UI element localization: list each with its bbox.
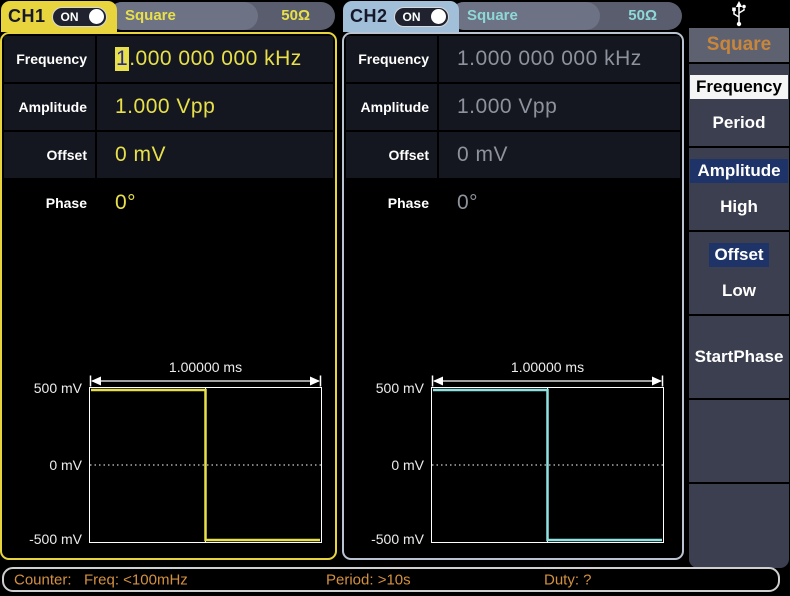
sidebar-item-high[interactable]: High — [690, 194, 788, 220]
ch1-phase-row[interactable]: Phase 0° — [4, 180, 333, 226]
ch2-ylabel-low: -500 mV — [346, 531, 424, 547]
sidebar-item-period[interactable]: Period — [690, 110, 788, 136]
menu-section-frequency-period: Frequency Period — [689, 64, 789, 146]
ch2-waveform-label: Square — [467, 2, 518, 30]
ch2-panel: Square 50Ω CH2 ON Frequency 1.000 000 00… — [342, 0, 684, 568]
menu-section-empty-1 — [689, 400, 789, 482]
ch2-header: Square 50Ω CH2 ON — [342, 0, 684, 32]
ch1-impedance-label: 50Ω — [281, 2, 310, 30]
ch2-impedance-label: 50Ω — [628, 2, 657, 30]
ch2-ylabel-zero: 0 mV — [346, 457, 424, 473]
ch2-offset-label: Offset — [346, 132, 439, 178]
ch2-frequency-label: Frequency — [346, 36, 439, 82]
menu-section-startphase: StartPhase — [689, 316, 789, 398]
ch1-frequency-value-rest: .000 000 000 kHz — [129, 47, 302, 71]
ch1-frequency-value[interactable]: 1.000 000 000 kHz — [97, 36, 333, 82]
ch2-phase-label: Phase — [346, 180, 439, 226]
ch1-period-annotation: 1.00000 ms — [89, 359, 322, 375]
ch1-phase-label: Phase — [4, 180, 97, 226]
ch2-ylabel-high: 500 mV — [346, 380, 424, 396]
ch1-amplitude-value[interactable]: 1.000 Vpp — [97, 84, 333, 130]
ch1-offset-label: Offset — [4, 132, 97, 178]
ch1-plot-box — [89, 387, 322, 543]
ch1-ylabel-low: -500 mV — [4, 531, 82, 547]
ch2-plot-box — [431, 387, 664, 543]
ch2-on-toggle[interactable]: ON — [394, 7, 449, 27]
ch1-waveform-label: Square — [125, 2, 176, 30]
ch1-body: Frequency 1.000 000 000 kHz Amplitude 1.… — [0, 32, 337, 560]
ch2-square-wave-trace — [432, 388, 663, 542]
menu-title: Square — [689, 28, 789, 62]
usb-status-area — [689, 0, 789, 28]
sidebar-item-startphase[interactable]: StartPhase — [690, 344, 788, 370]
ch2-waveform-pill: Square 50Ω — [450, 2, 682, 30]
ch2-phase-row[interactable]: Phase 0° — [346, 180, 680, 226]
menu-title-text: Square — [707, 34, 771, 56]
ch1-toggle-state: ON — [61, 10, 79, 24]
ch1-amplitude-label: Amplitude — [4, 84, 97, 130]
ch2-tab[interactable]: CH2 ON — [343, 1, 459, 32]
ch1-offset-value[interactable]: 0 mV — [97, 132, 333, 178]
counter-duty-readout: Duty: ? — [544, 571, 592, 588]
ch1-frequency-label: Frequency — [4, 36, 97, 82]
ch1-ylabel-high: 500 mV — [4, 380, 82, 396]
ch1-tab[interactable]: CH1 ON — [1, 1, 117, 32]
ch2-amplitude-value[interactable]: 1.000 Vpp — [439, 84, 680, 130]
sidebar-item-frequency[interactable]: Frequency — [690, 74, 788, 100]
ch1-panel: Square 50Ω CH1 ON Frequency 1.000 000 00… — [0, 0, 337, 568]
ch2-waveform-display: 1.00000 ms 500 mV 0 mV -500 mV — [346, 360, 680, 552]
ch1-offset-row[interactable]: Offset 0 mV — [4, 132, 333, 178]
ch1-amplitude-row[interactable]: Amplitude 1.000 Vpp — [4, 84, 333, 130]
ch1-header: Square 50Ω CH1 ON — [0, 0, 337, 32]
ch1-ylabel-zero: 0 mV — [4, 457, 82, 473]
ch1-toggle-knob — [89, 9, 104, 24]
ch1-period-dimension-arrow — [89, 375, 322, 387]
ch2-offset-row[interactable]: Offset 0 mV — [346, 132, 680, 178]
usb-icon — [730, 1, 748, 27]
counter-period-readout: Period: >10s — [326, 571, 411, 588]
ch1-on-toggle[interactable]: ON — [52, 7, 107, 27]
ch2-frequency-row[interactable]: Frequency 1.000 000 000 kHz — [346, 36, 680, 82]
ch1-waveform-pill: Square 50Ω — [108, 2, 335, 30]
counter-frequency-readout: Freq: <100mHz — [84, 571, 188, 588]
sidebar-item-offset[interactable]: Offset — [690, 242, 788, 268]
menu-section-offset-low: Offset Low — [689, 232, 789, 314]
ch2-toggle-knob — [431, 9, 446, 24]
ch2-frequency-value[interactable]: 1.000 000 000 kHz — [439, 36, 680, 82]
menu-section-empty-2 — [689, 484, 789, 568]
ch1-phase-value[interactable]: 0° — [97, 180, 333, 226]
ch2-tab-label: CH2 — [350, 6, 388, 27]
softkey-menu: Square Frequency Period Amplitude High O… — [689, 0, 789, 568]
ch1-square-wave-trace — [90, 388, 321, 542]
generator-screen: Square 50Ω CH1 ON Frequency 1.000 000 00… — [0, 0, 789, 568]
ch2-body: Frequency 1.000 000 000 kHz Amplitude 1.… — [342, 32, 684, 560]
ch2-amplitude-label: Amplitude — [346, 84, 439, 130]
ch1-waveform-display: 1.00000 ms 500 mV 0 mV -500 mV — [4, 360, 333, 552]
ch2-period-annotation: 1.00000 ms — [431, 359, 664, 375]
ch2-period-dimension-arrow — [431, 375, 664, 387]
sidebar-item-amplitude[interactable]: Amplitude — [690, 158, 788, 184]
counter-status-bar: Counter: Freq: <100mHz Period: >10s Duty… — [2, 567, 780, 592]
sidebar-item-low[interactable]: Low — [690, 278, 788, 304]
ch2-offset-value[interactable]: 0 mV — [439, 132, 680, 178]
ch1-tab-label: CH1 — [8, 6, 46, 27]
menu-section-amplitude-high: Amplitude High — [689, 148, 789, 230]
counter-label: Counter: — [14, 571, 72, 588]
frequency-edit-cursor: 1 — [115, 47, 129, 71]
ch2-amplitude-row[interactable]: Amplitude 1.000 Vpp — [346, 84, 680, 130]
ch1-frequency-row[interactable]: Frequency 1.000 000 000 kHz — [4, 36, 333, 82]
ch2-phase-value[interactable]: 0° — [439, 180, 680, 226]
ch2-toggle-state: ON — [403, 10, 421, 24]
